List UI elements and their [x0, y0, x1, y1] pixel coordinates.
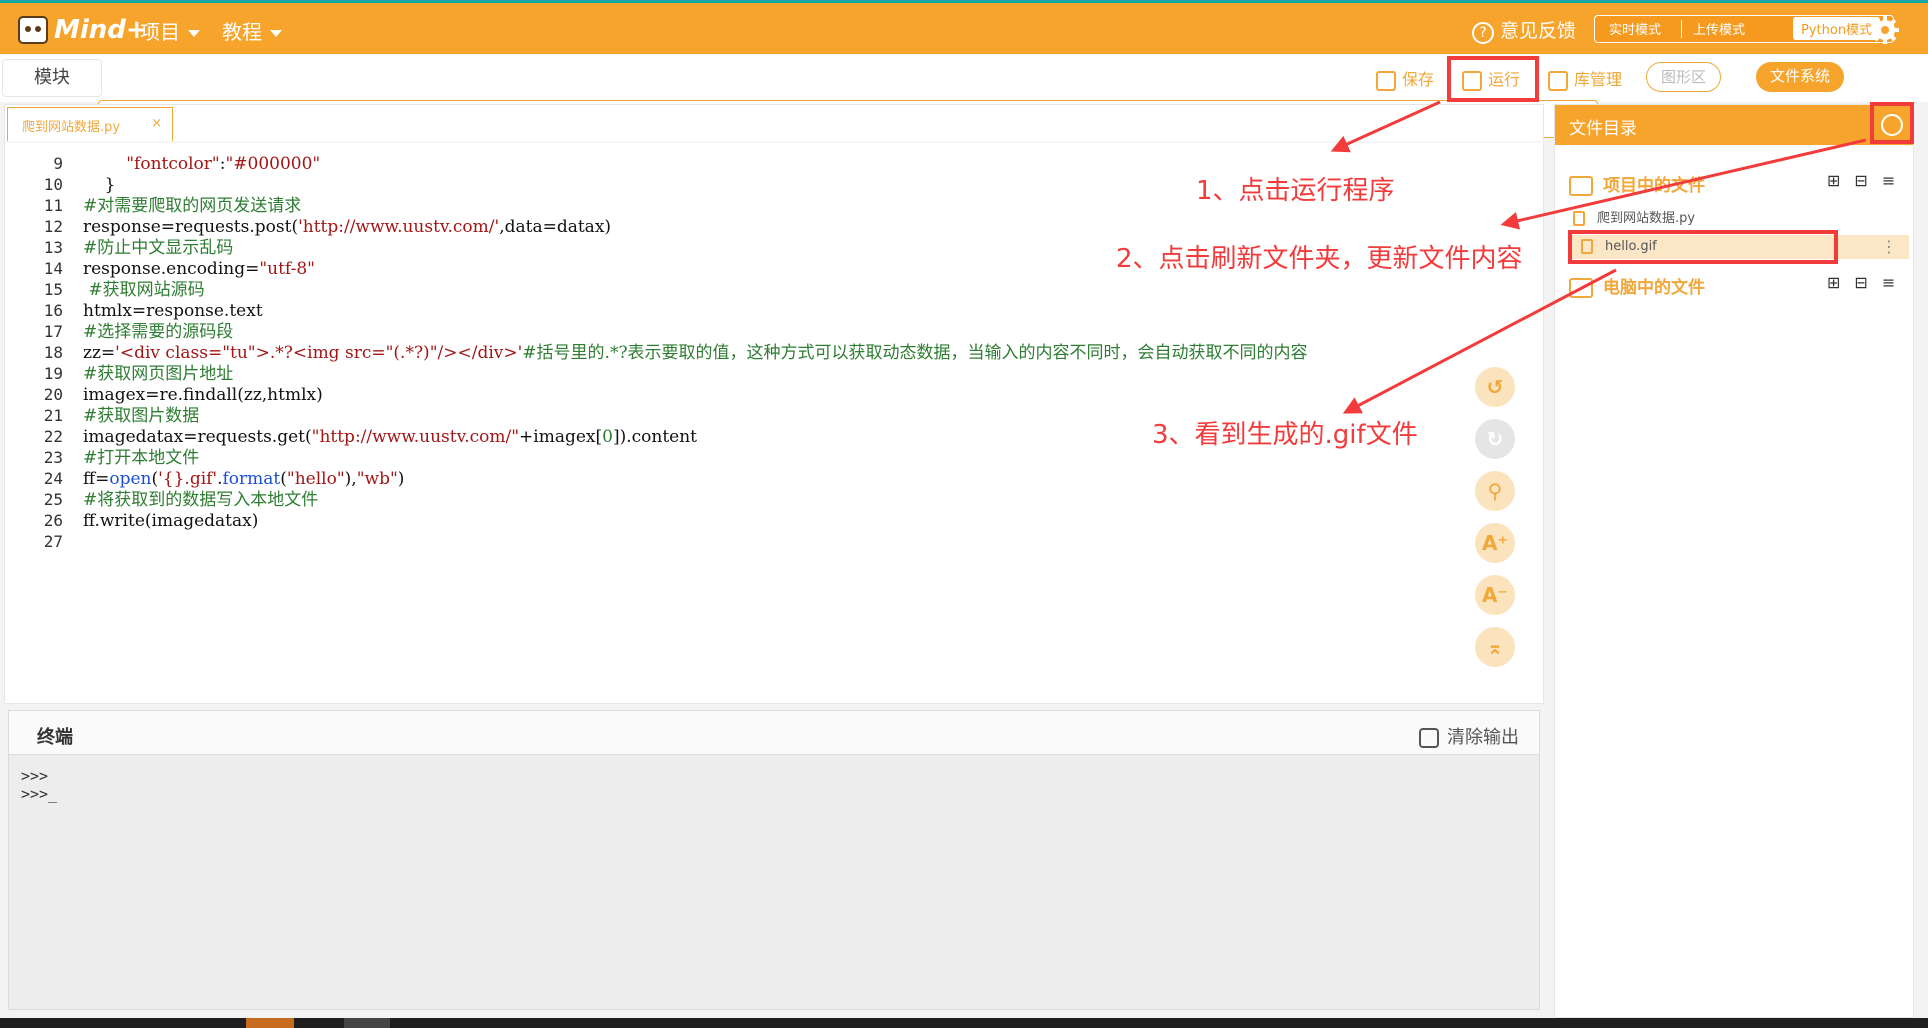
feedback-button[interactable]: ? 意见反馈 — [1472, 16, 1576, 44]
filesystem-label: 文件系统 — [1770, 67, 1831, 85]
more-options-icon[interactable]: ⋮ — [1881, 235, 1897, 259]
taskbar-item[interactable] — [246, 1018, 294, 1028]
tab-blocks[interactable]: 模块 — [2, 59, 102, 97]
terminal-header: 终端 清除输出 — [9, 711, 1539, 755]
logo-text: Mind+ — [54, 15, 148, 45]
gear-icon[interactable] — [1870, 15, 1900, 45]
annotation-step2: 2、点击刷新文件夹，更新文件内容 — [1116, 244, 1523, 274]
save-button[interactable]: 保存 — [1376, 66, 1434, 91]
graphics-label: 图形区 — [1661, 68, 1707, 86]
redo-icon[interactable]: ↻ — [1475, 419, 1515, 459]
feedback-label: 意见反馈 — [1500, 20, 1577, 42]
menu-project[interactable]: 项目 — [140, 16, 200, 45]
refresh-highlight — [1870, 102, 1914, 144]
scroll-top-icon[interactable]: ⌅ — [1475, 627, 1515, 667]
section-computer-files[interactable]: 电脑中的文件 — [1569, 273, 1705, 298]
terminal-panel: 终端 清除输出 >>> >>>_ — [8, 710, 1540, 1010]
caret-down-icon — [188, 30, 200, 37]
app-window: Mind+ 项目 教程 ? 意见反馈 实时模式 上传模式 Python模式 模块 … — [0, 0, 1928, 1028]
terminal-line: >>> — [21, 767, 49, 785]
undo-icon[interactable]: ↺ — [1475, 367, 1515, 407]
file-icon — [1573, 211, 1585, 226]
file1-label: 爬到网站数据.py — [1597, 211, 1696, 226]
eraser-icon — [1419, 728, 1439, 748]
mode-upload[interactable]: 上传模式 — [1693, 19, 1745, 38]
save-icon — [1376, 70, 1396, 91]
annotation-step1: 1、点击运行程序 — [1196, 176, 1395, 206]
tab-strip — [5, 141, 1545, 143]
mode-divider — [1681, 20, 1682, 38]
file-tab-label: 爬到网站数据.py — [22, 120, 121, 135]
file-directory-title: 文件目录 — [1569, 119, 1637, 139]
filesystem-toggle[interactable]: 文件系统 — [1756, 62, 1845, 92]
menu-project-label: 项目 — [140, 20, 180, 44]
top-bar: Mind+ 项目 教程 ? 意见反馈 实时模式 上传模式 Python模式 — [0, 0, 1928, 54]
monitor-icon — [1569, 278, 1593, 298]
mode-switcher: 实时模式 上传模式 Python模式 — [1594, 15, 1894, 43]
code-line[interactable]: 27 — [5, 529, 1505, 555]
font-decrease-icon[interactable]: A⁻ — [1475, 575, 1515, 615]
search-icon[interactable]: ⚲ — [1475, 471, 1515, 511]
line-number: 27 — [43, 532, 63, 551]
terminal-prompt[interactable]: >>>_ — [21, 785, 57, 803]
file-tab[interactable]: 爬到网站数据.py × — [7, 107, 173, 143]
graphics-toggle[interactable]: 图形区 — [1646, 62, 1722, 92]
menu-tutorial[interactable]: 教程 — [222, 16, 282, 45]
terminal-title: 终端 — [37, 727, 73, 748]
mode-realtime[interactable]: 实时模式 — [1609, 19, 1661, 38]
section-project-files[interactable]: 项目中的文件 — [1569, 171, 1705, 196]
editor-toolbar: 模块 代码 保存 运行 库管理 图形区 文件系统 — [0, 54, 1928, 138]
project-file-tools[interactable]: ⊞⊟≡ — [1827, 171, 1909, 190]
library-icon — [1548, 70, 1568, 91]
question-icon: ? — [1472, 22, 1494, 44]
clear-output-button[interactable]: 清除输出 — [1419, 723, 1519, 749]
robot-logo-icon — [18, 16, 48, 44]
mode-python[interactable]: Python模式 — [1793, 17, 1881, 40]
annotation-step3: 3、看到生成的.gif文件 — [1152, 420, 1418, 450]
gif-highlight — [1568, 230, 1838, 264]
computer-file-tools[interactable]: ⊞⊟≡ — [1827, 273, 1909, 292]
file-directory-header: 文件目录 — [1555, 105, 1913, 145]
section-computer-label: 电脑中的文件 — [1603, 278, 1705, 298]
library-label: 库管理 — [1574, 70, 1623, 89]
run-highlight — [1447, 56, 1539, 102]
clear-output-label: 清除输出 — [1447, 727, 1519, 748]
section-project-label: 项目中的文件 — [1603, 176, 1705, 196]
save-label: 保存 — [1402, 70, 1435, 89]
logo: Mind+ — [18, 11, 158, 49]
taskbar — [0, 1018, 1928, 1028]
close-icon[interactable]: × — [151, 116, 162, 131]
list-item[interactable]: 爬到网站数据.py — [1573, 207, 1695, 231]
library-button[interactable]: 库管理 — [1548, 66, 1622, 91]
taskbar-item[interactable] — [344, 1018, 390, 1028]
list-icon — [1569, 176, 1593, 196]
caret-down-icon — [270, 30, 282, 37]
menu-tutorial-label: 教程 — [222, 20, 262, 44]
font-increase-icon[interactable]: A⁺ — [1475, 523, 1515, 563]
